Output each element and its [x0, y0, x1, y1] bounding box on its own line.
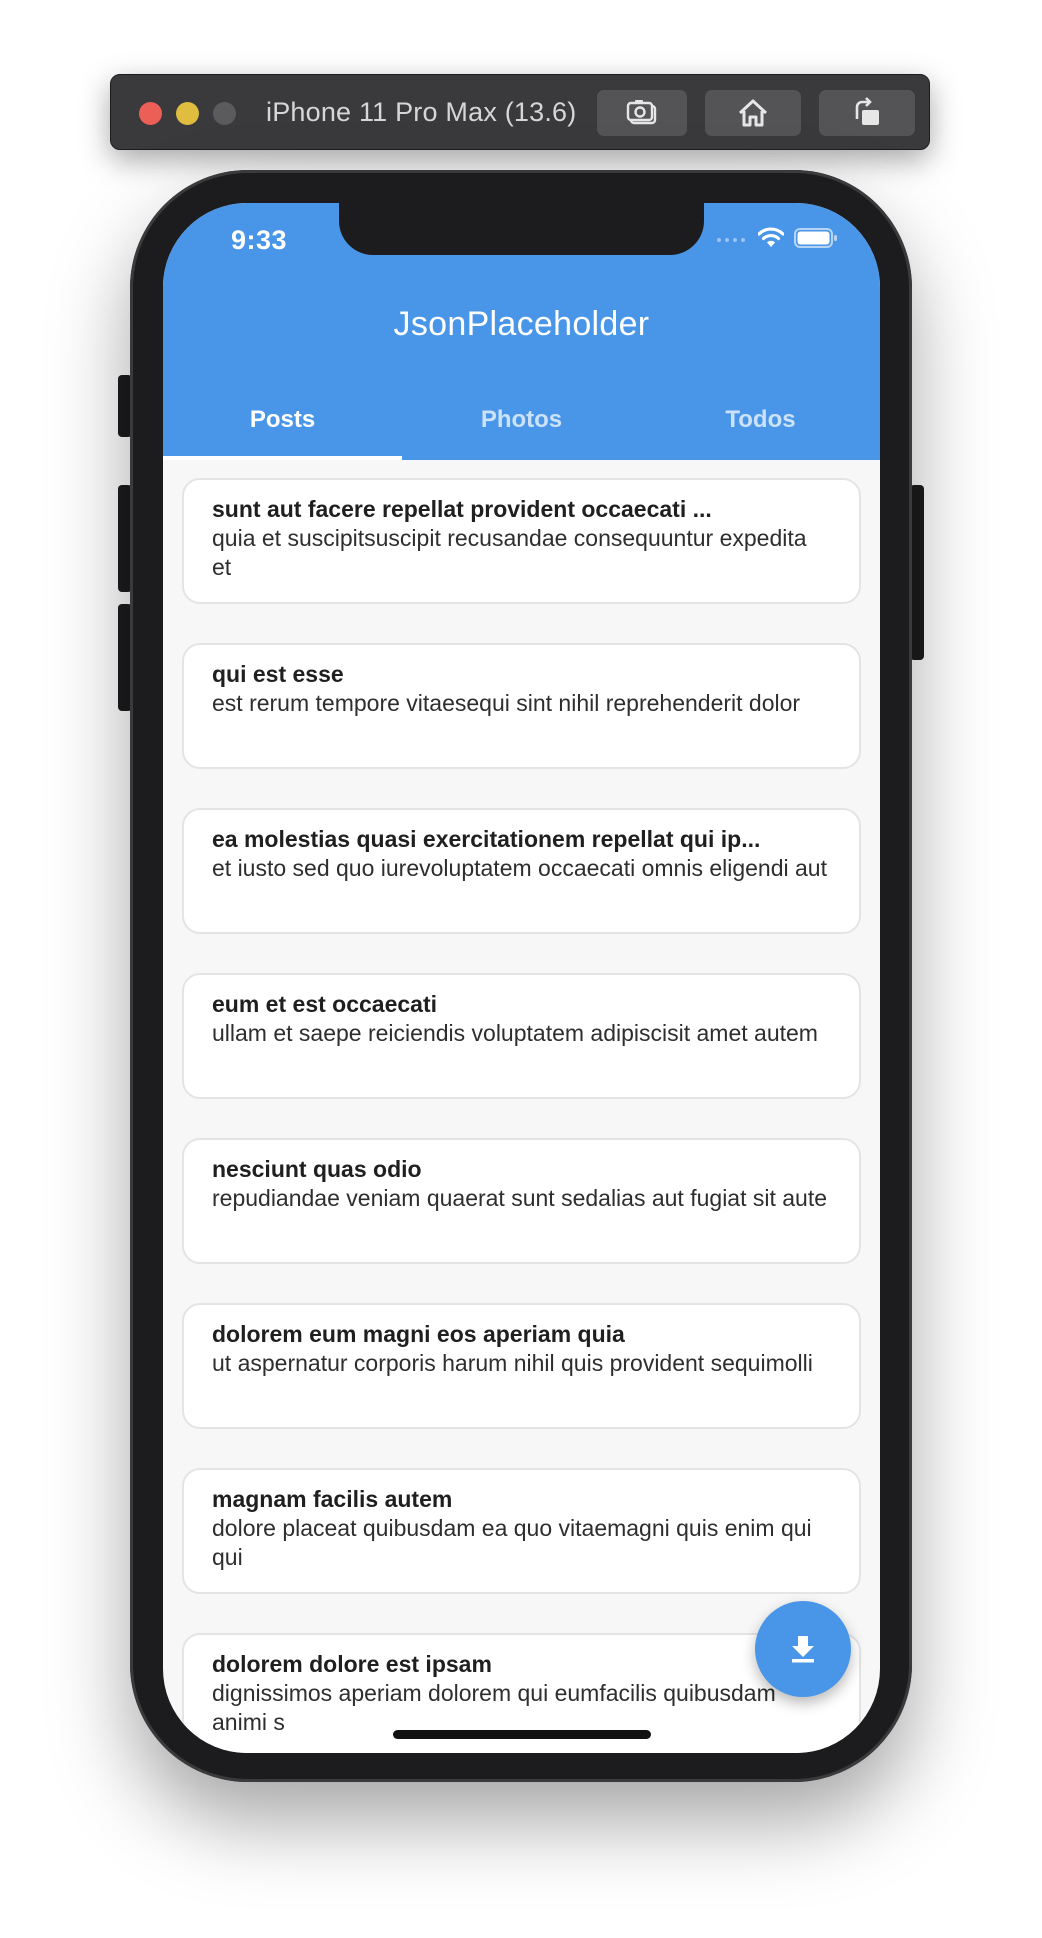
tab-posts[interactable]: Posts — [163, 398, 402, 460]
list-item[interactable]: sunt aut facere repellat provident occae… — [182, 478, 861, 604]
simulator-toolbar: iPhone 11 Pro Max (13.6) — [110, 74, 930, 150]
list-item[interactable]: magnam facilis autem dolore placeat quib… — [182, 1468, 861, 1594]
app-title: JsonPlaceholder — [393, 305, 650, 343]
wifi-icon — [758, 227, 784, 247]
list-item[interactable]: dolorem eum magni eos aperiam quia ut as… — [182, 1303, 861, 1429]
post-title: eum et est occaecati — [212, 991, 438, 1017]
power-button — [910, 485, 924, 660]
post-body: ut aspernatur corporis harum nihil quis … — [212, 1350, 813, 1376]
post-title: nesciunt quas odio — [212, 1156, 422, 1182]
download-icon — [792, 1636, 814, 1663]
post-body: quia et suscipitsuscipit recusandae cons… — [212, 525, 807, 580]
phone-screen: 9:33 JsonPlaceholder Posts Photos Todos … — [163, 203, 880, 1753]
screenshot-icon — [626, 100, 657, 125]
minimize-window-button[interactable] — [176, 102, 199, 125]
post-body: dignissimos aperiam dolorem qui eumfacil… — [212, 1680, 776, 1735]
battery-icon — [794, 228, 837, 248]
post-title: dolorem dolore est ipsam — [212, 1651, 492, 1677]
post-title: dolorem eum magni eos aperiam quia — [212, 1321, 625, 1347]
tab-bar: Posts Photos Todos — [163, 398, 880, 460]
notch — [339, 203, 704, 255]
screenshot-button[interactable] — [597, 90, 687, 136]
post-title: qui est esse — [212, 661, 344, 687]
post-body: ullam et saepe reiciendis voluptatem adi… — [212, 1020, 818, 1046]
tab-photos[interactable]: Photos — [402, 398, 641, 460]
status-time: 9:33 — [231, 225, 288, 255]
post-body: et iusto sed quo iurevoluptatem occaecat… — [212, 855, 827, 881]
list-item[interactable]: ea molestias quasi exercitationem repell… — [182, 808, 861, 934]
home-button[interactable] — [705, 90, 801, 136]
post-title: ea molestias quasi exercitationem repell… — [212, 826, 761, 852]
list-item[interactable]: eum et est occaecati ullam et saepe reic… — [182, 973, 861, 1099]
rotate-button[interactable] — [819, 90, 915, 136]
list-item[interactable]: nesciunt quas odio repudiandae veniam qu… — [182, 1138, 861, 1264]
signal-icon — [717, 238, 745, 242]
home-icon — [738, 99, 768, 127]
post-body: est rerum tempore vitaesequi sint nihil … — [212, 690, 801, 716]
home-indicator[interactable] — [393, 1730, 651, 1739]
download-button[interactable] — [755, 1601, 851, 1697]
rotate-icon — [855, 97, 879, 125]
status-icons — [716, 227, 838, 249]
close-window-button[interactable] — [139, 102, 162, 125]
post-body: repudiandae veniam quaerat sunt sedalias… — [212, 1185, 828, 1211]
post-title: magnam facilis autem — [212, 1486, 453, 1512]
post-body: dolore placeat quibusdam ea quo vitaemag… — [212, 1515, 812, 1570]
zoom-window-button[interactable] — [213, 102, 236, 125]
post-title: sunt aut facere repellat provident occae… — [212, 496, 712, 522]
list-item[interactable]: qui est esse est rerum tempore vitaesequ… — [182, 643, 861, 769]
simulator-title: iPhone 11 Pro Max (13.6) — [266, 97, 577, 127]
tab-todos[interactable]: Todos — [641, 398, 880, 460]
